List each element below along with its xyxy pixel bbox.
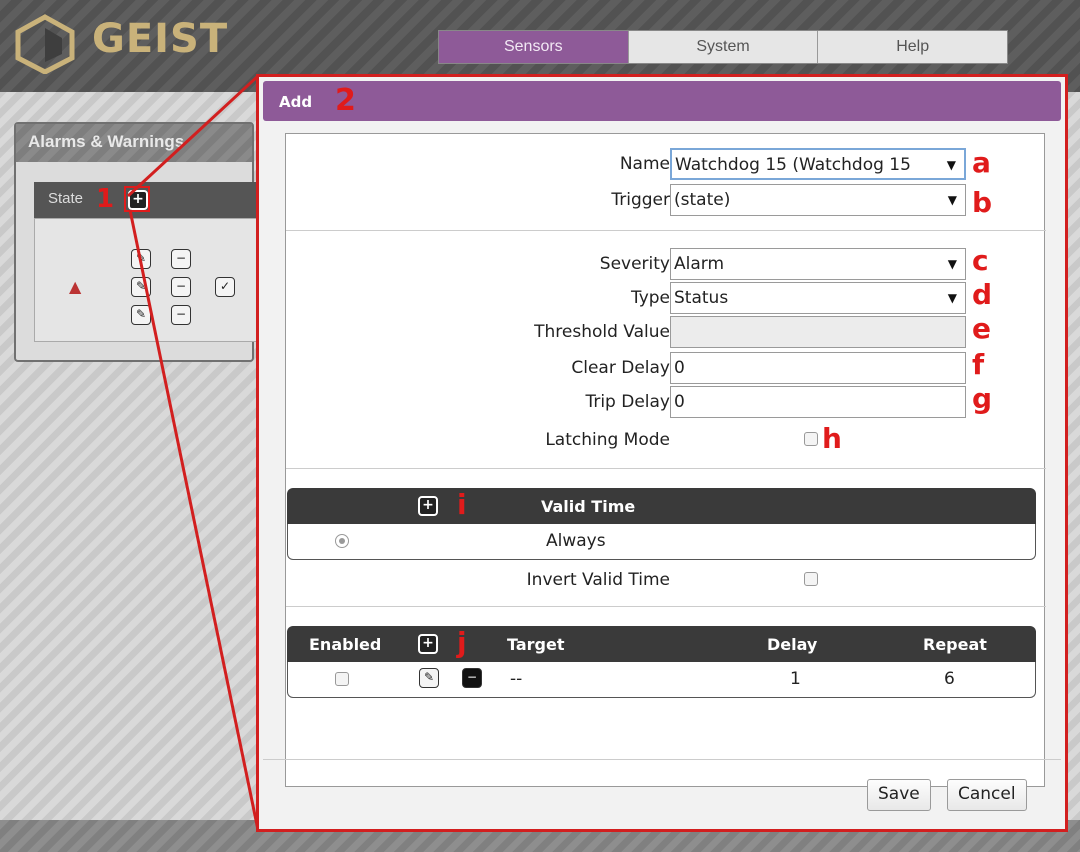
action-target: -- [510, 669, 523, 689]
trigger-label: Trigger [611, 190, 670, 210]
trigger-select[interactable]: (state) ▼ [670, 184, 966, 216]
cancel-button[interactable]: Cancel [947, 779, 1027, 811]
dialog-title: Add [279, 93, 313, 111]
add-valid-time-icon[interactable]: + [418, 496, 438, 516]
type-select-value: Status [674, 288, 729, 308]
trigger-select-value: (state) [674, 190, 731, 210]
callout-g: g [972, 382, 993, 415]
remove-action-icon[interactable]: − [462, 668, 482, 688]
name-label: Name [619, 154, 670, 174]
valid-time-row: Always [287, 524, 1036, 560]
chevron-down-icon: ▼ [947, 193, 957, 207]
severity-label: Severity [599, 254, 670, 274]
dialog-footer-divider [263, 759, 1061, 760]
type-select[interactable]: Status ▼ [670, 282, 966, 314]
action-row: ✎ − -- 1 6 [287, 662, 1036, 698]
clear-delay-input[interactable]: 0 [670, 352, 966, 384]
threshold-label: Threshold Value [534, 322, 670, 342]
invert-valid-time-label: Invert Valid Time [526, 570, 670, 590]
dialog-body: Name Watchdog 15 (Watchdog 15 ▼ a Trigge… [285, 133, 1046, 787]
divider [286, 606, 1046, 607]
callout-e: e [972, 312, 991, 345]
trip-delay-label: Trip Delay [585, 392, 670, 412]
callout-i: i [457, 488, 467, 521]
threshold-input[interactable] [670, 316, 966, 348]
delay-column: Delay [767, 635, 818, 654]
callout-a: a [972, 146, 991, 179]
valid-time-header: + i Valid Time [287, 488, 1036, 524]
severity-select-value: Alarm [674, 254, 725, 274]
invert-valid-time-checkbox[interactable] [804, 572, 818, 586]
action-enabled-checkbox[interactable] [335, 672, 349, 686]
chevron-down-icon: ▼ [947, 257, 957, 271]
severity-select[interactable]: Alarm ▼ [670, 248, 966, 280]
name-select-value: Watchdog 15 (Watchdog 15 [675, 155, 911, 175]
callout-f: f [972, 348, 985, 381]
latching-label: Latching Mode [545, 430, 670, 450]
action-repeat: 6 [944, 669, 955, 689]
callout-j: j [457, 626, 467, 659]
clear-delay-label: Clear Delay [571, 358, 670, 378]
name-select[interactable]: Watchdog 15 (Watchdog 15 ▼ [670, 148, 966, 180]
callout-2: 2 [335, 83, 356, 118]
callout-b: b [972, 186, 993, 219]
valid-time-radio[interactable] [335, 534, 349, 548]
valid-time-value: Always [546, 531, 606, 551]
chevron-down-icon: ▼ [947, 291, 957, 305]
trip-delay-input[interactable]: 0 [670, 386, 966, 418]
callout-h: h [822, 422, 842, 455]
add-action-icon[interactable]: + [418, 634, 438, 654]
divider [286, 468, 1046, 469]
edit-action-icon[interactable]: ✎ [419, 668, 439, 688]
type-label: Type [630, 288, 670, 308]
repeat-column: Repeat [923, 635, 987, 654]
callout-c: c [972, 244, 989, 277]
callout-d: d [972, 278, 993, 311]
latching-checkbox[interactable] [804, 432, 818, 446]
dialog-header: Add 2 [263, 81, 1061, 121]
actions-header: Enabled + j Target Delay Repeat [287, 626, 1036, 662]
divider [286, 230, 1046, 231]
action-delay: 1 [790, 669, 801, 689]
add-alarm-dialog: Add 2 Name Watchdog 15 (Watchdog 15 ▼ a … [256, 74, 1068, 832]
target-column: Target [507, 635, 565, 654]
enabled-column: Enabled [309, 635, 382, 654]
valid-time-column: Valid Time [541, 497, 636, 516]
save-button[interactable]: Save [867, 779, 931, 811]
chevron-down-icon: ▼ [946, 158, 956, 172]
